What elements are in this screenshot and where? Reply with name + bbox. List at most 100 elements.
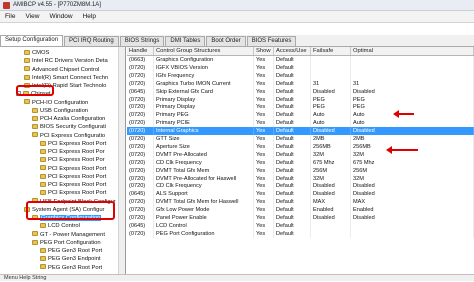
- column-header-access[interactable]: Access/Use: [274, 47, 311, 55]
- tree-item[interactable]: PCH Azalia Configuration: [32, 115, 105, 123]
- table-row[interactable]: (0645) LCD Control Yes Default: [127, 221, 474, 230]
- table-row[interactable]: (0720) Internal Graphics Yes Default Disable…: [127, 127, 474, 136]
- menu-help[interactable]: Help: [78, 13, 101, 20]
- cell-handle: (0720): [127, 111, 154, 120]
- cell-optimal: 32M: [351, 150, 474, 159]
- menu-view[interactable]: View: [20, 13, 44, 20]
- tree-item[interactable]: Intel(R) Smart Connect Techn: [24, 74, 108, 82]
- setup-tree[interactable]: CMOS Intel RC Drivers Version Deta Advance…: [0, 47, 126, 274]
- table-row[interactable]: (0720) Panel Power Enable Yes Default Disabl…: [127, 214, 474, 222]
- menu-window[interactable]: Window: [44, 13, 77, 20]
- tree-item[interactable]: PCI Express Root Por: [40, 148, 105, 156]
- tree-item-label: CMOS: [32, 50, 50, 56]
- cell-show: Yes: [254, 111, 274, 120]
- tree-item[interactable]: PCI Express Root Port: [40, 189, 106, 197]
- table-row[interactable]: (0720) GTT Size Yes Default 2MB 2MB: [127, 135, 474, 143]
- cell-show: Yes: [254, 158, 274, 167]
- tree-item[interactable]: BIOS Security Configurati: [32, 123, 106, 131]
- cell-failsafe: Auto: [311, 119, 351, 128]
- table-row[interactable]: (0720) PEG Port Configuration Yes Default: [127, 229, 474, 238]
- tree-item[interactable]: PCI Express Root Port: [40, 181, 106, 189]
- tab-boot-order[interactable]: Boot Order: [206, 36, 246, 46]
- table-row[interactable]: (0645) ALS Support Yes Default Disabled Disab…: [127, 190, 474, 199]
- window-title: AMIBCP v4.55 - [P770ZM8M.1A]: [13, 2, 101, 8]
- table-row[interactable]: (0720) Primary Display Yes Default PEG PEG: [127, 95, 474, 104]
- tree-item-label: PEG Gen3 Endpoint: [48, 256, 101, 263]
- cell-handle: (0645): [127, 87, 154, 96]
- cell-handle: (0720): [127, 95, 154, 104]
- cell-show: Yes: [254, 135, 274, 143]
- cell-failsafe: Auto: [311, 111, 351, 120]
- table-row[interactable]: (0720) DVMT Pre-Allocated for Haswell Yes D…: [127, 174, 474, 183]
- cell-structure: Panel Power Enable: [154, 214, 254, 222]
- tree-item[interactable]: USB Configuration: [32, 107, 88, 115]
- cell-failsafe: 256M: [311, 166, 351, 175]
- table-row[interactable]: (0663) Graphics Configuration Yes Default: [127, 56, 474, 64]
- tree-item[interactable]: PEG Gen3 Endpoint: [40, 255, 101, 263]
- cell-failsafe: 31: [311, 79, 351, 88]
- cell-handle: (0720): [127, 174, 154, 183]
- tab-bios-features[interactable]: BIOS Features: [246, 36, 297, 46]
- cell-failsafe: Disabled: [311, 182, 351, 191]
- cell-show: Yes: [254, 182, 274, 191]
- tree-item[interactable]: PCI Express Root Por: [40, 156, 105, 164]
- menu-file[interactable]: File: [0, 13, 20, 20]
- tree-item[interactable]: Intel RC Drivers Version Deta: [24, 57, 108, 65]
- table-row[interactable]: (0720) Gfx Low Power Mode Yes Default Enable…: [127, 206, 474, 215]
- cell-show: Yes: [254, 214, 274, 222]
- table-row[interactable]: (0720) DVMT Total Gfx Mem for Haswell Yes D…: [127, 198, 474, 207]
- cell-optimal: 32M: [351, 174, 474, 183]
- tree-item-label: PEG Gen3 Root Port: [48, 264, 103, 271]
- cell-failsafe: [311, 63, 351, 72]
- table-row[interactable]: (0645) Skip External Gfx Card Yes Default Di…: [127, 87, 474, 96]
- tree-item-label: PCI Express Configuratio: [40, 132, 106, 139]
- tree-item[interactable]: PEG Gen3 Root Port: [40, 247, 102, 255]
- tab-pci-irq-routing[interactable]: PCI IRQ Routing: [64, 36, 119, 46]
- tree-item[interactable]: LCD Control: [40, 222, 80, 230]
- cell-show: Yes: [254, 190, 274, 199]
- column-header-failsafe[interactable]: Failsafe: [311, 47, 351, 55]
- cell-show: Yes: [254, 142, 274, 151]
- tree-item[interactable]: PCI Express Root Port: [40, 165, 106, 173]
- folder-icon: [32, 132, 38, 138]
- tree-item[interactable]: PEG Port Configuration: [32, 239, 101, 247]
- tree-item[interactable]: CMOS: [24, 49, 49, 57]
- tree-item[interactable]: PCI Express Root Port: [40, 173, 106, 181]
- cell-show: Yes: [254, 221, 274, 230]
- tree-item[interactable]: PCI Express Configuratio: [32, 132, 105, 140]
- column-header-structures[interactable]: Control Group Structures: [154, 47, 254, 55]
- table-row[interactable]: (0720) CD Clk Frequency Yes Default Disabled…: [127, 182, 474, 191]
- cell-handle: (0720): [127, 142, 154, 151]
- table-row[interactable]: (0720) Aperture Size Yes Default 256MB 256MB: [127, 142, 474, 151]
- table-row[interactable]: (0720) IGFX VBIOS Version Yes Default: [127, 63, 474, 72]
- column-header-handle[interactable]: Handle: [127, 47, 154, 55]
- table-row[interactable]: (0720) Primary PEG Yes Default Auto Auto: [127, 111, 474, 120]
- tree-scrollbar[interactable]: [118, 47, 125, 274]
- table-row[interactable]: (0720) Primary PCIE Yes Default Auto Auto: [127, 119, 474, 128]
- tree-item[interactable]: Advanced Chipset Control: [24, 66, 99, 74]
- cell-structure: CD Clk Frequency: [154, 182, 254, 191]
- tree-item[interactable]: PCH-IO Configuration: [24, 99, 88, 107]
- cell-handle: (0720): [127, 103, 154, 112]
- tree-item[interactable]: PEG Gen3 Root Port: [40, 264, 102, 272]
- tab-setup-configuration[interactable]: Setup Configuration: [0, 35, 64, 46]
- cell-structure: Primary Display: [154, 103, 254, 112]
- cell-access: Default: [274, 166, 311, 175]
- annotation-arrow-primary-display: [393, 110, 414, 118]
- cell-access: Default: [274, 221, 311, 230]
- cell-failsafe: [311, 229, 351, 238]
- column-header-show[interactable]: Show: [254, 47, 274, 55]
- tree-item[interactable]: PCI Express Root Port: [40, 140, 106, 148]
- table-row[interactable]: (0720) Graphics Turbo IMON Current Yes Defa…: [127, 79, 474, 88]
- settings-grid[interactable]: Handle Control Group Structures Show Acc…: [127, 47, 474, 274]
- tree-item[interactable]: GT - Power Management: [32, 231, 105, 239]
- cell-optimal: Disabled: [351, 190, 474, 199]
- table-row[interactable]: (0720) DVMT Total Gfx Mem Yes Default 256M 25…: [127, 166, 474, 175]
- tab-bios-strings[interactable]: BIOS Strings: [119, 36, 165, 46]
- tab-dmi-tables[interactable]: DMI Tables: [165, 36, 206, 46]
- column-header-optimal[interactable]: Optimal: [351, 47, 474, 55]
- table-row[interactable]: (0720) DVMT Pre-Allocated Yes Default 32M 32M: [127, 150, 474, 159]
- table-row[interactable]: (0720) Primary Display Yes Default PEG PEG: [127, 103, 474, 112]
- table-row[interactable]: (0720) IGfx Frequency Yes Default: [127, 71, 474, 80]
- table-row[interactable]: (0720) CD Clk Frequency Yes Default 675 Mhz 6…: [127, 158, 474, 167]
